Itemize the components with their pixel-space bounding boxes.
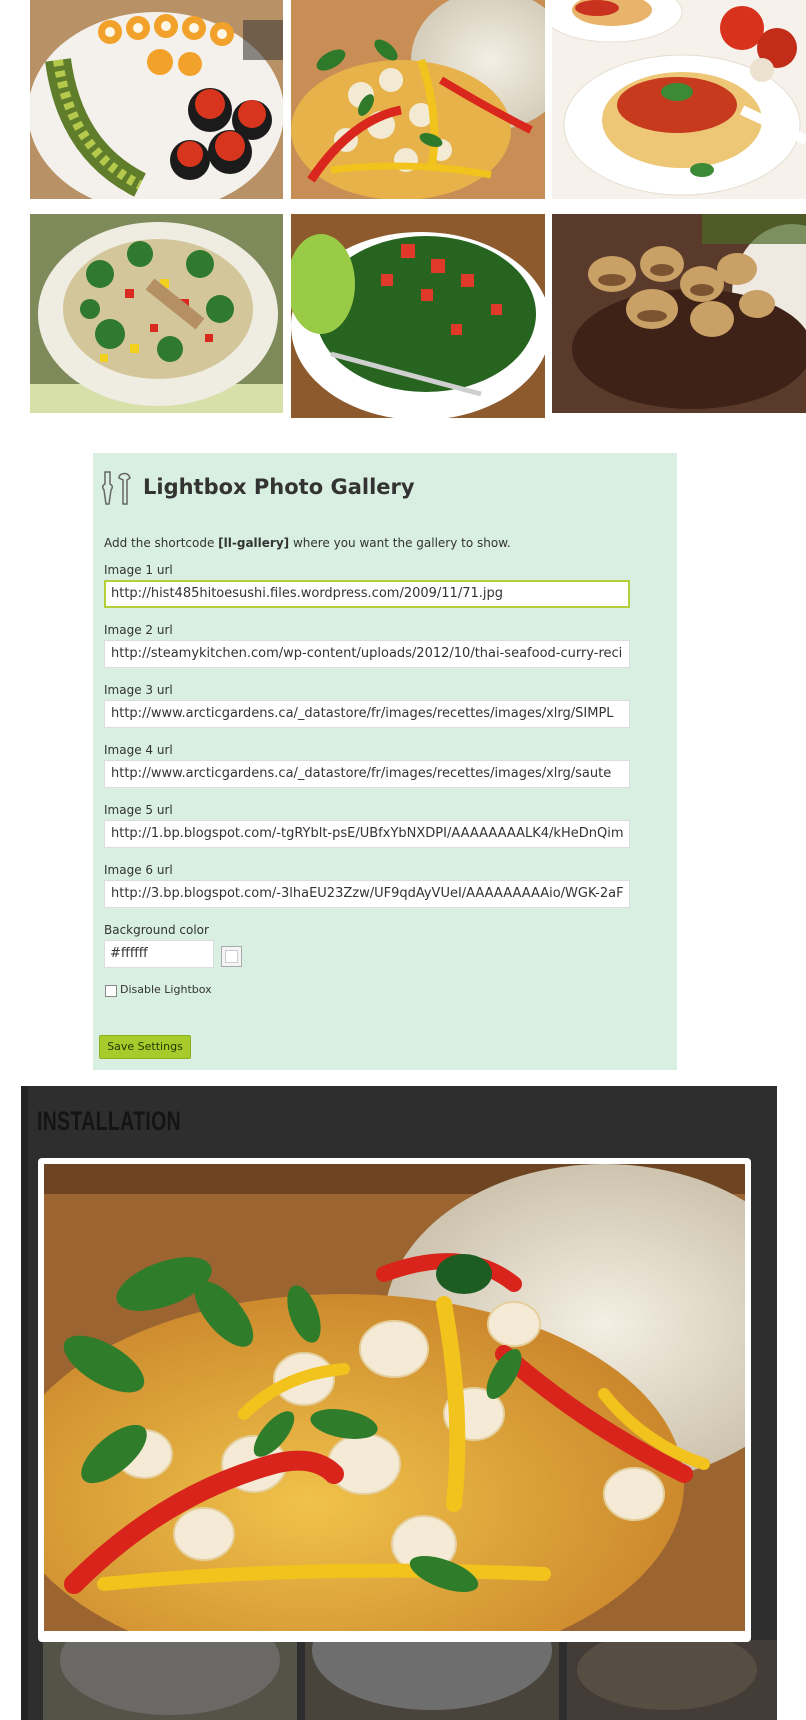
image-2-label: Image 2 url: [104, 623, 173, 637]
settings-panel: Lightbox Photo Gallery Add the shortcode…: [93, 453, 677, 1070]
tools-icon: [100, 470, 134, 506]
background-thumb-tabbouleh: [305, 1640, 559, 1720]
tabbouleh-salad-photo: [291, 214, 545, 418]
gallery-thumb-seafood-curry[interactable]: [291, 0, 545, 199]
gallery-thumb-vegetable-salad[interactable]: [30, 214, 283, 413]
color-swatch-icon: [225, 950, 238, 963]
image-1-label: Image 1 url: [104, 563, 173, 577]
spaghetti-bolognese-photo: [552, 0, 806, 199]
gallery-thumb-tabbouleh[interactable]: [291, 214, 545, 418]
background-thumb-salad: [43, 1640, 297, 1720]
lightbox-image[interactable]: [44, 1164, 745, 1631]
color-picker-button[interactable]: [221, 946, 242, 967]
background-color-input[interactable]: #ffffff: [104, 940, 214, 968]
lightbox-modal[interactable]: [38, 1158, 751, 1642]
intro-suffix: where you want the gallery to show.: [289, 536, 511, 550]
shortcode-text: [ll-gallery]: [218, 536, 290, 550]
intro-prefix: Add the shortcode: [104, 536, 219, 550]
panel-title: Lightbox Photo Gallery: [143, 475, 415, 499]
seafood-curry-photo: [291, 0, 545, 199]
background-color-label: Background color: [104, 923, 209, 937]
shortcode-instructions: Add the shortcode [ll-gallery] where you…: [104, 536, 511, 550]
vegetable-salad-photo: [30, 214, 283, 413]
image-3-label: Image 3 url: [104, 683, 173, 697]
image-6-url-input[interactable]: http://3.bp.blogspot.com/-3lhaEU23Zzw/UF…: [104, 880, 630, 908]
background-thumb-steak: [567, 1640, 777, 1720]
image-5-url-input[interactable]: http://1.bp.blogspot.com/-tgRYblt-psE/UB…: [104, 820, 630, 848]
disable-lightbox-label[interactable]: Disable Lightbox: [120, 983, 212, 996]
image-6-label: Image 6 url: [104, 863, 173, 877]
disable-lightbox-checkbox[interactable]: [105, 985, 117, 997]
gallery-thumb-sushi[interactable]: [30, 0, 283, 199]
image-1-url-input[interactable]: http://hist485hitoesushi.files.wordpress…: [104, 580, 630, 608]
steak-mushrooms-photo: [552, 214, 806, 413]
sushi-platter-photo: [30, 0, 283, 199]
gallery-thumb-spaghetti[interactable]: [552, 0, 806, 199]
seafood-curry-photo: [44, 1164, 745, 1631]
save-settings-button[interactable]: Save Settings: [99, 1035, 191, 1059]
section-edge: [21, 1086, 28, 1720]
image-2-url-input[interactable]: http://steamykitchen.com/wp-content/uplo…: [104, 640, 630, 668]
image-3-url-input[interactable]: http://www.arcticgardens.ca/_datastore/f…: [104, 700, 630, 728]
image-5-label: Image 5 url: [104, 803, 173, 817]
installation-heading: INSTALLATION: [37, 1106, 181, 1136]
image-4-url-input[interactable]: http://www.arcticgardens.ca/_datastore/f…: [104, 760, 630, 788]
image-4-label: Image 4 url: [104, 743, 173, 757]
gallery-thumb-steak[interactable]: [552, 214, 806, 413]
